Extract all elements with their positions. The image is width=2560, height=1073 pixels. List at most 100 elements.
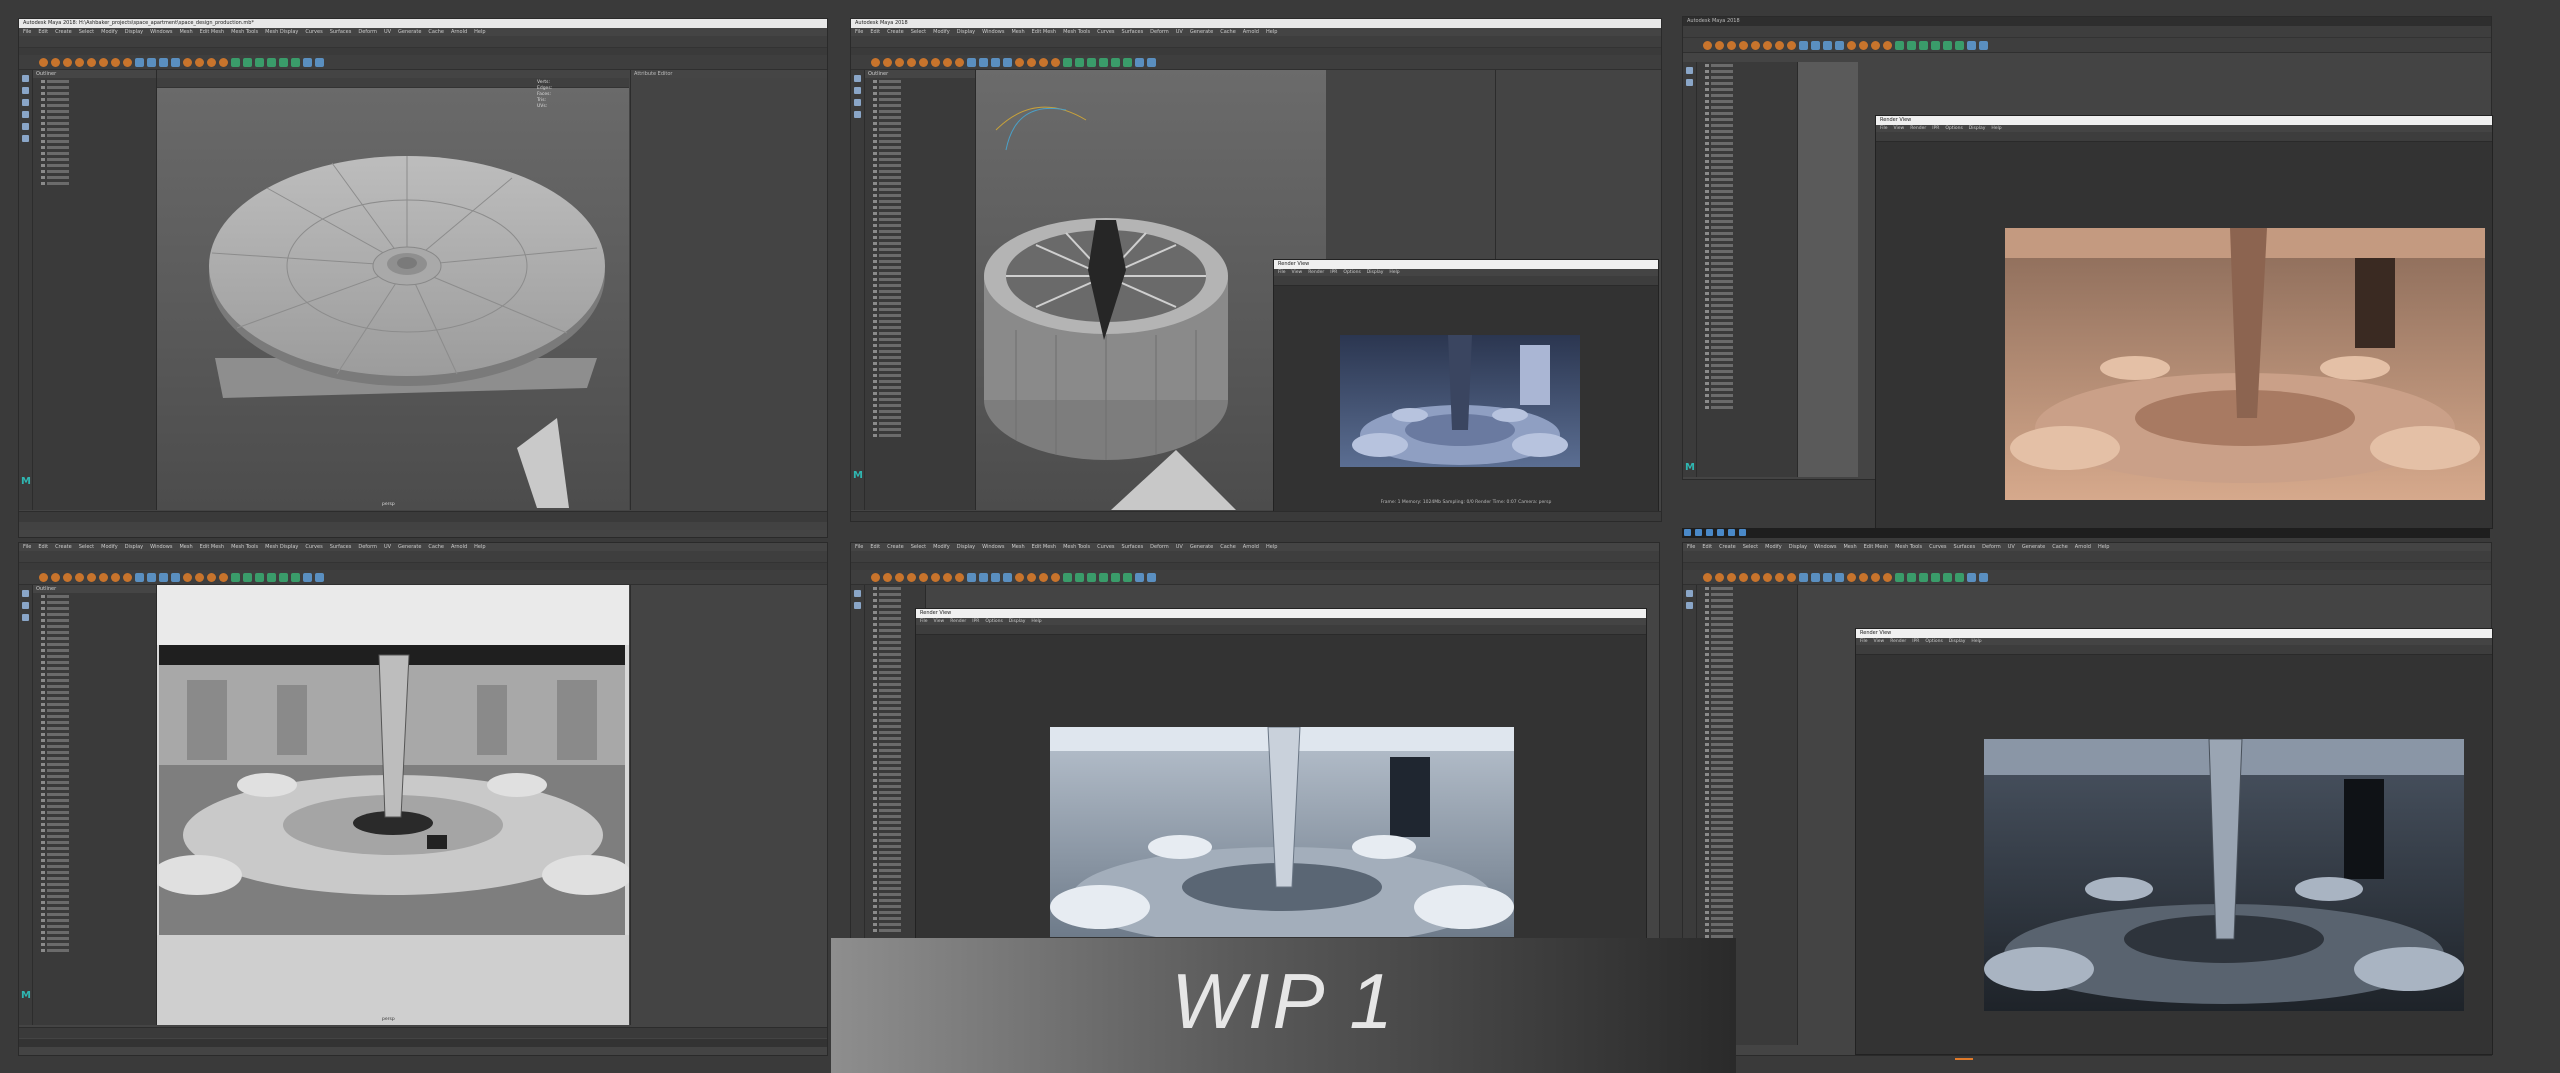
- shelf-tool-icon[interactable]: [991, 57, 1000, 67]
- shelf-tool-icon[interactable]: [1015, 57, 1024, 67]
- menu-item[interactable]: Mesh: [179, 543, 192, 551]
- viewport-persp[interactable]: Verts: Edges: Faces: Tris: UVs: persp: [157, 70, 629, 510]
- shelf-tool-icon[interactable]: [1799, 572, 1808, 582]
- outliner-item[interactable]: [41, 109, 156, 114]
- outliner-item[interactable]: [873, 313, 975, 318]
- outliner-item[interactable]: [873, 367, 975, 372]
- shelf-tool-icon[interactable]: [1763, 572, 1772, 582]
- outliner-item[interactable]: [41, 756, 156, 761]
- shelf-tool-icon[interactable]: [967, 57, 976, 67]
- menu-item[interactable]: Deform: [358, 28, 377, 36]
- outliner-item[interactable]: [41, 624, 156, 629]
- outliner-item[interactable]: [1705, 243, 1797, 248]
- shelf-tool-icon[interactable]: [135, 57, 144, 67]
- render-view-toolbar[interactable]: [1856, 645, 2492, 655]
- menu-item[interactable]: Cache: [428, 28, 444, 36]
- menu-item[interactable]: Modify: [1765, 543, 1782, 551]
- menu-item[interactable]: Display: [957, 28, 975, 36]
- outliner-item[interactable]: [41, 606, 156, 611]
- menu-item[interactable]: Arnold: [1243, 543, 1259, 551]
- menu-item[interactable]: File: [1860, 638, 1868, 645]
- menu-item[interactable]: UV: [384, 28, 391, 36]
- shelf-tool-icon[interactable]: [207, 572, 216, 582]
- shelf-tool-icon[interactable]: [315, 57, 324, 67]
- outliner-item[interactable]: [1705, 670, 1797, 675]
- shelf-tool-icon[interactable]: [207, 57, 216, 67]
- outliner-item[interactable]: [41, 804, 156, 809]
- shelf-tool-icon[interactable]: [1967, 40, 1976, 50]
- outliner-item[interactable]: [1705, 321, 1797, 326]
- outliner-item[interactable]: [873, 103, 975, 108]
- menu-item[interactable]: Display: [125, 28, 143, 36]
- outliner-item[interactable]: [41, 594, 156, 599]
- viewport-menu[interactable]: [157, 70, 629, 78]
- outliner-item[interactable]: [41, 97, 156, 102]
- outliner-item[interactable]: [873, 385, 975, 390]
- outliner-item[interactable]: [41, 726, 156, 731]
- outliner-item[interactable]: [1705, 363, 1797, 368]
- command-line[interactable]: [19, 1039, 827, 1047]
- outliner-item[interactable]: [873, 373, 975, 378]
- menu-item[interactable]: Mesh Tools: [1895, 543, 1922, 551]
- viewport-persp[interactable]: [1798, 62, 1858, 477]
- outliner-item[interactable]: [41, 163, 156, 168]
- outliner-item[interactable]: [41, 684, 156, 689]
- outliner-item[interactable]: [873, 193, 975, 198]
- shelf-tool-icon[interactable]: [1003, 57, 1012, 67]
- shelf-tool-icon[interactable]: [39, 57, 48, 67]
- outliner-item[interactable]: [873, 211, 975, 216]
- outliner-item[interactable]: [41, 642, 156, 647]
- range-slider[interactable]: [19, 522, 827, 530]
- outliner-item[interactable]: [1705, 339, 1797, 344]
- shelf-tool-icon[interactable]: [919, 57, 928, 67]
- menu-item[interactable]: Help: [1389, 269, 1399, 276]
- outliner-item[interactable]: [41, 145, 156, 150]
- shelf-tool-icon[interactable]: [1835, 572, 1844, 582]
- menu-item[interactable]: Edit: [870, 28, 880, 36]
- outliner-item[interactable]: [1705, 892, 1797, 897]
- outliner-item[interactable]: [41, 139, 156, 144]
- outliner-item[interactable]: [1705, 826, 1797, 831]
- shelf-tool-icon[interactable]: [1075, 57, 1084, 67]
- outliner-item[interactable]: [1705, 778, 1797, 783]
- menu-item[interactable]: File: [855, 543, 863, 551]
- outliner-item[interactable]: [1705, 69, 1797, 74]
- shelf-tool-icon[interactable]: [195, 572, 204, 582]
- outliner-item[interactable]: [873, 349, 975, 354]
- outliner-item[interactable]: [1705, 219, 1797, 224]
- menu-item[interactable]: Edit: [870, 543, 880, 551]
- outliner-item[interactable]: [1705, 712, 1797, 717]
- render-view-toolbar[interactable]: [1274, 276, 1658, 286]
- shelf-tool-icon[interactable]: [1039, 57, 1048, 67]
- outliner-item[interactable]: [1705, 405, 1797, 410]
- shelf-tool-icon[interactable]: [303, 572, 312, 582]
- outliner-item[interactable]: [41, 157, 156, 162]
- shelf-tool-icon[interactable]: [895, 572, 904, 582]
- outliner-item[interactable]: [873, 337, 975, 342]
- outliner-item[interactable]: [1705, 261, 1797, 266]
- shelf-tool-icon[interactable]: [1823, 572, 1832, 582]
- shelf-tool-icon[interactable]: [123, 57, 132, 67]
- outliner-item[interactable]: [1705, 93, 1797, 98]
- outliner-item[interactable]: [41, 654, 156, 659]
- outliner-item[interactable]: [41, 762, 156, 767]
- menu-item[interactable]: Arnold: [1243, 28, 1259, 36]
- menu-item[interactable]: File: [855, 28, 863, 36]
- outliner-item[interactable]: [41, 127, 156, 132]
- outliner-item[interactable]: [41, 630, 156, 635]
- shelf-tool-icon[interactable]: [1895, 572, 1904, 582]
- outliner-item[interactable]: [1705, 81, 1797, 86]
- rotate-tool-icon[interactable]: [22, 123, 29, 130]
- outliner-item[interactable]: [1705, 195, 1797, 200]
- outliner-item[interactable]: [1705, 249, 1797, 254]
- outliner-item[interactable]: [1705, 345, 1797, 350]
- outliner-item[interactable]: [1705, 135, 1797, 140]
- outliner-item[interactable]: [41, 666, 156, 671]
- outliner-item[interactable]: [1705, 87, 1797, 92]
- shelf-tool-icon[interactable]: [279, 57, 288, 67]
- outliner-item[interactable]: [1705, 850, 1797, 855]
- shelf-tool-icon[interactable]: [135, 572, 144, 582]
- outliner-item[interactable]: [1705, 832, 1797, 837]
- outliner-item[interactable]: [1705, 718, 1797, 723]
- select-tool-icon[interactable]: [854, 75, 861, 82]
